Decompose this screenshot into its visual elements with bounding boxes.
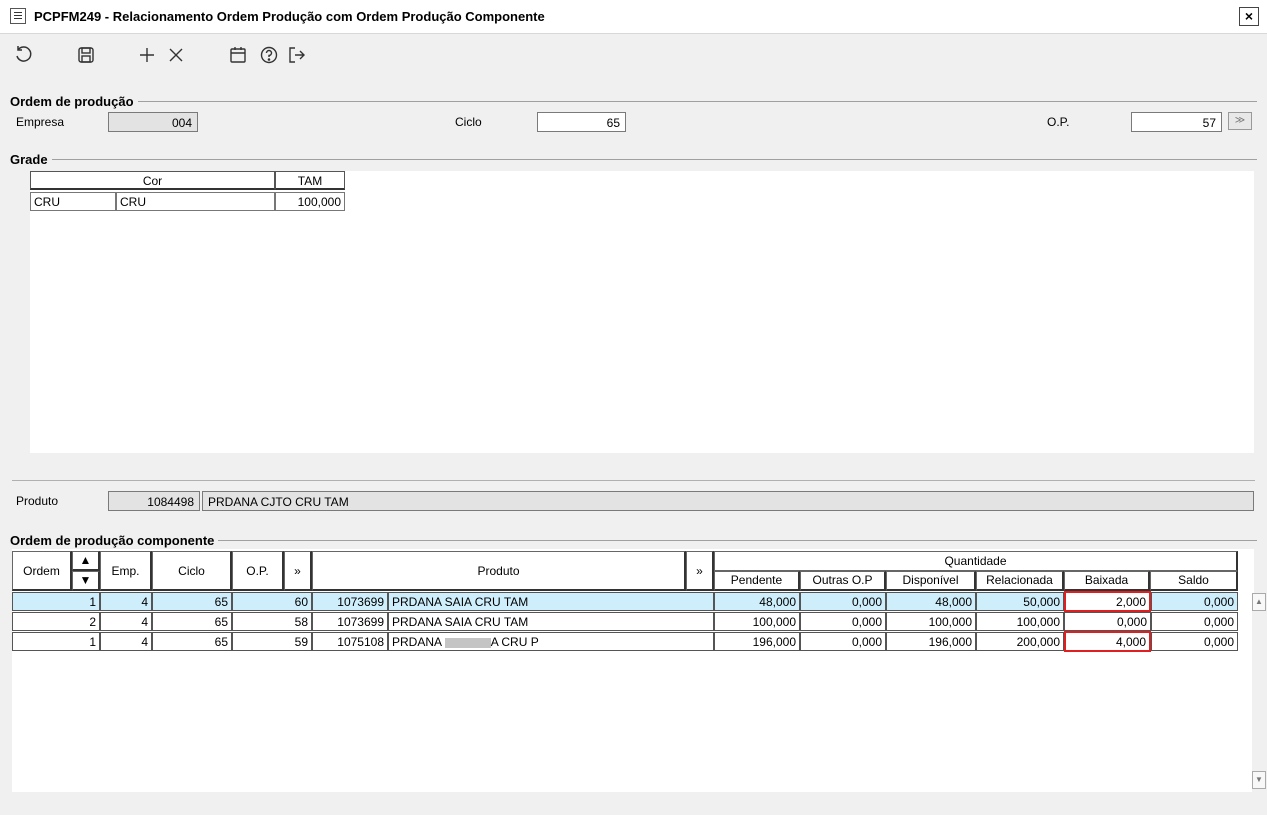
prod-desc-part-b: A CRU P <box>490 635 539 649</box>
cell-prod-code[interactable]: 1073699 <box>312 612 388 631</box>
cell-pendente[interactable]: 48,000 <box>714 592 800 611</box>
cell-prod-code[interactable]: 1075108 <box>312 632 388 651</box>
cell-op[interactable]: 59 <box>232 632 312 651</box>
cell-emp[interactable]: 4 <box>100 632 152 651</box>
toolbar <box>0 35 1267 77</box>
cell-outras-op[interactable]: 0,000 <box>800 612 886 631</box>
produto-code-field: 1084498 <box>108 491 200 511</box>
title-bar: PCPFM249 - Relacionamento Ordem Produção… <box>0 0 1267 34</box>
produto-desc-field: PRDANA CJTO CRU TAM <box>202 491 1254 511</box>
cell-saldo[interactable]: 0,000 <box>1151 632 1238 651</box>
cell-ciclo[interactable]: 65 <box>152 592 232 611</box>
window-title: PCPFM249 - Relacionamento Ordem Produção… <box>34 9 545 24</box>
cell-ciclo[interactable]: 65 <box>152 632 232 651</box>
sort-up-icon[interactable]: ▲ <box>72 551 100 571</box>
header-relacionada[interactable]: Relacionada <box>976 571 1064 591</box>
op-lookup-button[interactable]: ≫ <box>1228 112 1252 130</box>
vertical-scrollbar[interactable]: ▲ ▼ <box>1252 593 1266 792</box>
cell-emp[interactable]: 4 <box>100 592 152 611</box>
close-button[interactable]: × <box>1239 7 1259 26</box>
componente-legend: Ordem de produção componente <box>10 533 219 548</box>
header-disponivel[interactable]: Disponível <box>886 571 976 591</box>
grade-header-tam[interactable]: TAM <box>275 171 345 190</box>
header-pendente[interactable]: Pendente <box>714 571 800 591</box>
sort-down-icon[interactable]: ▼ <box>72 571 100 591</box>
scroll-down-icon[interactable]: ▼ <box>1252 771 1266 789</box>
ciclo-label: Ciclo <box>455 115 482 129</box>
componente-grid: Ordem ▲ ▼ Emp. Ciclo O.P. » Produto » Qu… <box>12 549 1266 792</box>
grade-cor-name[interactable]: CRU <box>116 192 275 211</box>
empresa-label: Empresa <box>16 115 65 129</box>
cell-outras-op[interactable]: 0,000 <box>800 592 886 611</box>
cell-op[interactable]: 60 <box>232 592 312 611</box>
header-op[interactable]: O.P. <box>232 551 284 591</box>
delete-icon[interactable] <box>163 43 189 67</box>
expand-columns-button-2[interactable]: » <box>686 551 714 591</box>
cell-ordem[interactable]: 1 <box>12 632 100 651</box>
cell-ordem[interactable]: 2 <box>12 612 100 631</box>
cell-prod-desc[interactable]: PRDANA SAIA CRU TAM <box>388 592 714 611</box>
cell-pendente[interactable]: 196,000 <box>714 632 800 651</box>
divider <box>12 480 1255 481</box>
header-ciclo[interactable]: Ciclo <box>152 551 232 591</box>
header-produto[interactable]: Produto <box>312 551 686 591</box>
produto-label: Produto <box>16 494 59 508</box>
op-label: O.P. <box>1047 115 1070 129</box>
cell-disponivel[interactable]: 196,000 <box>886 632 976 651</box>
header-baixada[interactable]: Baixada <box>1064 571 1150 591</box>
cell-prod-desc[interactable]: PRDANA A CRU P <box>388 632 714 651</box>
grade-grid: Cor TAM CRU CRU 100,000 <box>30 171 1254 453</box>
cell-emp[interactable]: 4 <box>100 612 152 631</box>
ordem-producao-legend: Ordem de produção <box>10 94 138 109</box>
grade-legend: Grade <box>10 152 52 167</box>
ciclo-field[interactable]: 65 <box>537 112 626 132</box>
header-ordem[interactable]: Ordem <box>12 551 72 591</box>
grade-tam-value[interactable]: 100,000 <box>275 192 345 211</box>
scroll-up-icon[interactable]: ▲ <box>1252 593 1266 611</box>
header-outras-op[interactable]: Outras O.P <box>800 571 886 591</box>
cell-relacionada[interactable]: 100,000 <box>976 612 1064 631</box>
header-emp[interactable]: Emp. <box>100 551 152 591</box>
prod-desc-part-a: PRDANA <box>392 635 442 649</box>
cell-baixada-highlighted[interactable]: 4,000 <box>1064 631 1151 652</box>
header-quantidade: Quantidade <box>714 551 1238 571</box>
cell-disponivel[interactable]: 100,000 <box>886 612 976 631</box>
cell-relacionada[interactable]: 50,000 <box>976 592 1064 611</box>
empresa-field: 004 <box>108 112 198 132</box>
cell-baixada[interactable]: 0,000 <box>1064 612 1151 631</box>
save-icon[interactable] <box>73 43 99 67</box>
exit-icon[interactable] <box>284 43 310 67</box>
cell-pendente[interactable]: 100,000 <box>714 612 800 631</box>
cell-ciclo[interactable]: 65 <box>152 612 232 631</box>
cell-ordem[interactable]: 1 <box>12 592 100 611</box>
cell-disponivel[interactable]: 48,000 <box>886 592 976 611</box>
cell-baixada-editing[interactable]: 2,000 <box>1064 591 1151 612</box>
grade-header-cor[interactable]: Cor <box>30 171 275 190</box>
cell-op[interactable]: 58 <box>232 612 312 631</box>
cell-outras-op[interactable]: 0,000 <box>800 632 886 651</box>
op-field[interactable]: 57 <box>1131 112 1222 132</box>
grade-cor-code[interactable]: CRU <box>30 192 116 211</box>
cell-saldo[interactable]: 0,000 <box>1151 612 1238 631</box>
cell-prod-code[interactable]: 1073699 <box>312 592 388 611</box>
add-icon[interactable] <box>134 43 160 67</box>
redacted-text <box>444 637 491 648</box>
help-icon[interactable] <box>256 43 282 67</box>
undo-icon[interactable] <box>10 43 36 67</box>
cell-saldo[interactable]: 0,000 <box>1151 592 1238 611</box>
app-icon <box>10 8 26 24</box>
expand-columns-button[interactable]: » <box>284 551 312 591</box>
calendar-icon[interactable] <box>225 43 251 67</box>
cell-prod-desc[interactable]: PRDANA SAIA CRU TAM <box>388 612 714 631</box>
cell-relacionada[interactable]: 200,000 <box>976 632 1064 651</box>
header-saldo[interactable]: Saldo <box>1150 571 1238 591</box>
